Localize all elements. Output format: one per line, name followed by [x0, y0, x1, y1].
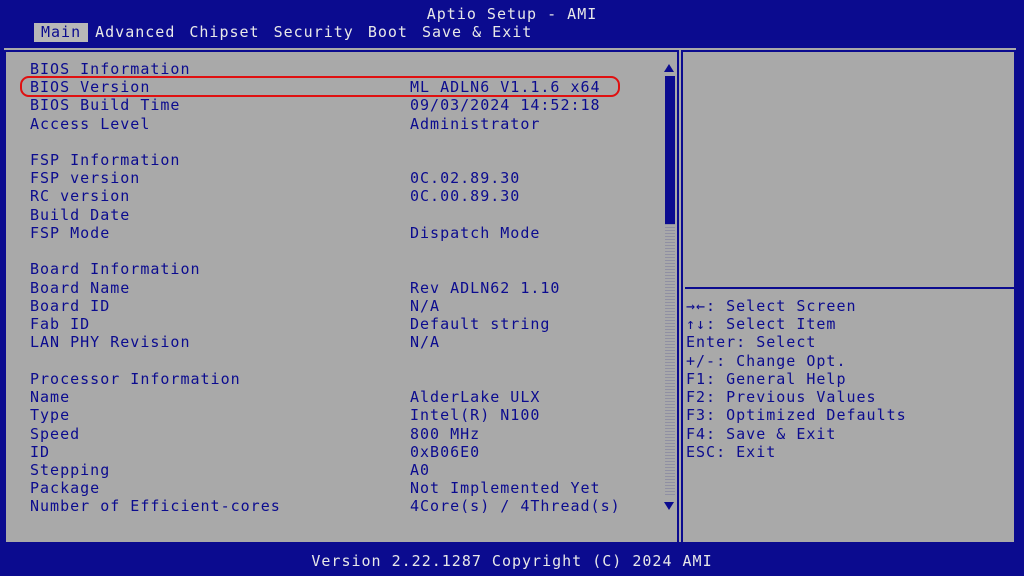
- row-label: ID: [30, 443, 51, 461]
- row-label: Type: [30, 406, 71, 424]
- row-processor-package[interactable]: Package Not Implemented Yet: [30, 479, 600, 497]
- row-value: 0C.02.89.30: [410, 169, 521, 187]
- row-value: A0: [410, 461, 431, 479]
- row-processor-speed[interactable]: Speed 800 MHz: [30, 425, 479, 443]
- row-value: 0C.00.89.30: [410, 187, 521, 205]
- row-label: Fab ID: [30, 315, 91, 333]
- tab-main[interactable]: Main: [34, 23, 89, 42]
- row-board-id[interactable]: Board ID N/A: [30, 297, 439, 315]
- row-value: AlderLake ULX: [410, 388, 541, 406]
- help-general-help: F1: General Help: [686, 370, 847, 388]
- help-save-exit: F4: Save & Exit: [686, 425, 837, 443]
- scrollbar-track[interactable]: [665, 224, 675, 496]
- help-optimized-defaults: F3: Optimized Defaults: [686, 406, 907, 424]
- row-label: Board ID: [30, 297, 111, 315]
- row-value: 0xB06E0: [410, 443, 481, 461]
- row-build-date[interactable]: Build Date: [30, 206, 129, 224]
- row-value: 4Core(s) / 4Thread(s): [410, 497, 621, 515]
- row-value: Administrator: [410, 115, 541, 133]
- scrollbar-thumb[interactable]: [665, 76, 675, 224]
- row-value: Rev ADLN62 1.10: [410, 279, 561, 297]
- row-value: N/A: [410, 333, 441, 351]
- tab-chipset[interactable]: Chipset: [182, 23, 266, 42]
- help-enter-select: Enter: Select: [686, 333, 817, 351]
- help-select-item: ↑↓: Select Item: [686, 315, 837, 333]
- row-label: Access Level: [30, 115, 151, 133]
- row-label: BIOS Build Time: [30, 96, 181, 114]
- row-lan-phy-revision[interactable]: LAN PHY Revision N/A: [30, 333, 439, 351]
- row-label: Board Name: [30, 279, 131, 297]
- row-value: 09/03/2024 14:52:18: [410, 96, 601, 114]
- help-change-opt: +/-: Change Opt.: [686, 352, 847, 370]
- bios-version-highlight: [20, 76, 620, 97]
- tab-bar: Main Advanced Chipset Security Boot Save…: [34, 23, 539, 42]
- row-board-name[interactable]: Board Name Rev ADLN62 1.10: [30, 279, 559, 297]
- row-label: Speed: [30, 425, 81, 443]
- section-heading-board: Board Information: [30, 260, 201, 278]
- row-bios-build-time[interactable]: BIOS Build Time 09/03/2024 14:52:18: [30, 96, 600, 114]
- help-select-screen: →←: Select Screen: [686, 297, 857, 315]
- row-label: Package: [30, 479, 101, 497]
- tab-boot[interactable]: Boot: [361, 23, 415, 42]
- row-value: Default string: [410, 315, 551, 333]
- row-processor-id[interactable]: ID 0xB06E0: [30, 443, 479, 461]
- row-label: LAN PHY Revision: [30, 333, 191, 351]
- row-fsp-mode[interactable]: FSP Mode Dispatch Mode: [30, 224, 539, 242]
- help-previous-values: F2: Previous Values: [686, 388, 877, 406]
- row-fsp-version[interactable]: FSP version 0C.02.89.30: [30, 169, 519, 187]
- row-access-level[interactable]: Access Level Administrator: [30, 115, 539, 133]
- row-processor-type[interactable]: Type Intel(R) N100: [30, 406, 539, 424]
- row-processor-name[interactable]: Name AlderLake ULX: [30, 388, 539, 406]
- tab-advanced[interactable]: Advanced: [88, 23, 182, 42]
- row-label: Number of Efficient-cores: [30, 497, 281, 515]
- row-label: Name: [30, 388, 71, 406]
- section-heading-fsp: FSP Information: [30, 151, 181, 169]
- tab-save-exit[interactable]: Save & Exit: [415, 23, 539, 42]
- tab-security[interactable]: Security: [267, 23, 361, 42]
- row-label: FSP Mode: [30, 224, 111, 242]
- row-efficient-cores[interactable]: Number of Efficient-cores 4Core(s) / 4Th…: [30, 497, 620, 515]
- help-divider: [685, 287, 1015, 289]
- help-esc-exit: ESC: Exit: [686, 443, 777, 461]
- row-label: Stepping: [30, 461, 111, 479]
- row-rc-version[interactable]: RC version 0C.00.89.30: [30, 187, 519, 205]
- scroll-up-arrow-icon[interactable]: [664, 64, 674, 72]
- row-value: Intel(R) N100: [410, 406, 541, 424]
- window-title: Aptio Setup - AMI: [426, 5, 598, 23]
- row-value: Not Implemented Yet: [410, 479, 601, 497]
- row-fab-id[interactable]: Fab ID Default string: [30, 315, 549, 333]
- scroll-down-arrow-icon[interactable]: [664, 502, 674, 510]
- row-label: RC version: [30, 187, 131, 205]
- footer-version: Version 2.22.1287 Copyright (C) 2024 AMI: [311, 552, 713, 570]
- row-label: Build Date: [30, 206, 131, 224]
- help-frame: [681, 50, 1016, 542]
- section-heading-processor: Processor Information: [30, 370, 241, 388]
- row-value: 800 MHz: [410, 425, 481, 443]
- row-value: N/A: [410, 297, 441, 315]
- row-processor-stepping[interactable]: Stepping A0: [30, 461, 429, 479]
- row-label: FSP version: [30, 169, 141, 187]
- row-value: Dispatch Mode: [410, 224, 541, 242]
